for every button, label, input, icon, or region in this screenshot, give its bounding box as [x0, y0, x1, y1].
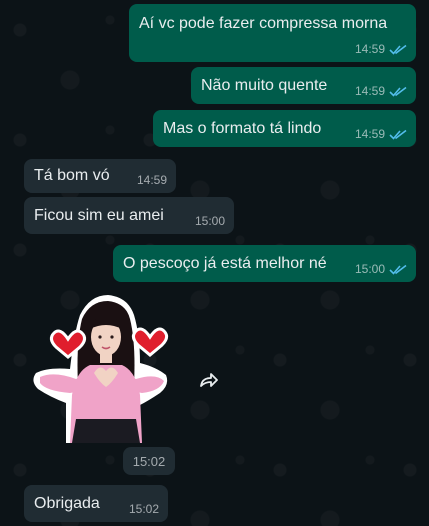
sticker-message[interactable] [30, 293, 172, 443]
message-meta: 14:59 [355, 42, 407, 56]
message-time: 14:59 [354, 42, 385, 56]
outgoing-message[interactable]: Mas o formato tá lindo 14:59 [153, 110, 416, 147]
double-check-icon [389, 86, 407, 97]
message-text: O pescoço já está melhor né [123, 254, 327, 272]
incoming-message[interactable]: Tá bom vó 14:59 [24, 159, 176, 193]
forward-arrow-icon [197, 369, 219, 396]
double-check-icon [389, 44, 407, 55]
message-text: Não muito quente [201, 76, 328, 94]
message-meta: 14:59 [355, 84, 407, 98]
message-time: 15:00 [194, 214, 225, 228]
chat-area[interactable]: Aí vc pode fazer compressa morna 14:59 N… [0, 0, 429, 526]
message-time: 14:59 [354, 84, 385, 98]
message-text: Tá bom vó [34, 167, 110, 184]
message-meta: 14:59 [355, 127, 407, 141]
message-meta: 15:02 [129, 502, 159, 516]
message-text: Mas o formato tá lindo [163, 119, 322, 137]
message-meta: 15:00 [355, 262, 407, 276]
message-text: Obrigada [34, 494, 100, 512]
message-text: Aí vc pode fazer compressa morna [139, 15, 388, 32]
outgoing-message[interactable]: Não muito quente 14:59 [191, 67, 416, 104]
message-time: 15:00 [354, 262, 385, 276]
outgoing-message[interactable]: Aí vc pode fazer compressa morna 14:59 [129, 4, 416, 62]
message-time: 14:59 [136, 173, 167, 187]
sticker-time: 15:02 [123, 447, 175, 475]
incoming-message[interactable]: Ficou sim eu amei 15:00 [24, 197, 234, 234]
double-check-icon [389, 129, 407, 140]
outgoing-message[interactable]: O pescoço já está melhor né 15:00 [113, 245, 416, 282]
forward-button[interactable] [191, 365, 225, 399]
incoming-message[interactable]: Obrigada 15:02 [24, 485, 168, 522]
message-time: 14:59 [354, 127, 385, 141]
message-text: Ficou sim eu amei [34, 206, 164, 224]
double-check-icon [389, 264, 407, 275]
message-meta: 14:59 [137, 173, 167, 187]
message-time: 15:02 [128, 502, 159, 516]
message-meta: 15:00 [195, 214, 225, 228]
